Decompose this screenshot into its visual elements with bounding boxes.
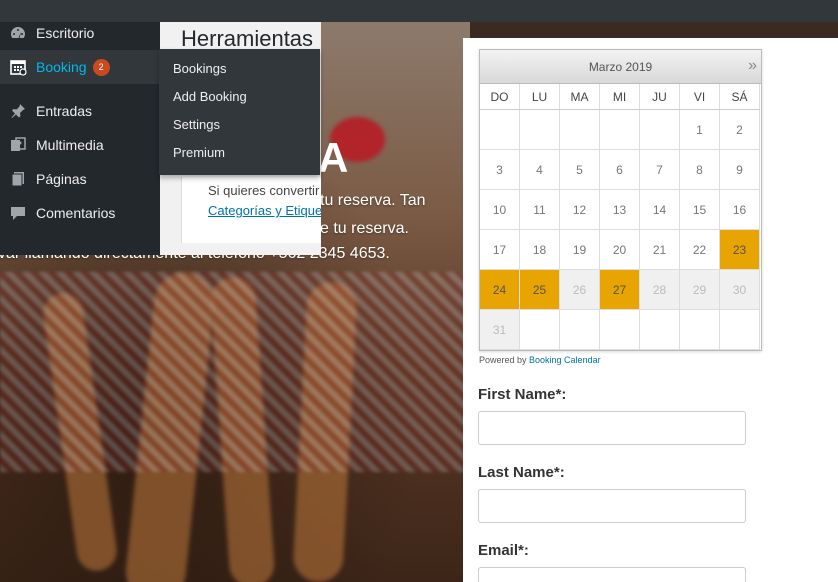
powered-by-text: Powered by (479, 355, 530, 365)
calendar-day[interactable]: 4 (520, 150, 560, 190)
calendar-day[interactable]: 30 (720, 270, 760, 310)
calendar-day[interactable]: 21 (640, 230, 680, 270)
calendar-month-title: Marzo 2019 (588, 60, 653, 74)
calendar-empty-cell (560, 110, 600, 150)
calendar-day[interactable]: 2 (720, 110, 760, 150)
hero-heading: A (318, 134, 349, 181)
calendar-day[interactable]: 25 (520, 270, 560, 310)
comment-icon (8, 203, 28, 223)
calendar-day[interactable]: 11 (520, 190, 560, 230)
sidebar-item-label: Páginas (36, 171, 87, 187)
sidebar-item-label: Entradas (36, 103, 93, 119)
categories-link[interactable]: Categorías y Etiquet (208, 203, 321, 218)
sidebar-item-comentarios[interactable]: Comentarios (0, 196, 160, 230)
calendar-empty-cell (520, 110, 560, 150)
calendar-day[interactable]: 24 (480, 270, 520, 310)
calendar-day[interactable]: 10 (480, 190, 520, 230)
sidebar-item-label: Multimedia (36, 137, 104, 153)
weekday-header: MI (600, 84, 640, 110)
calendar-day[interactable]: 23 (720, 230, 760, 270)
calendar-day[interactable]: 27 (600, 270, 640, 310)
calendar-day[interactable]: 7 (640, 150, 680, 190)
calendar-empty-cell (560, 310, 600, 350)
sidebar-item-label: Booking (36, 59, 87, 75)
calendar-day[interactable]: 12 (560, 190, 600, 230)
calendar-day[interactable]: 6 (600, 150, 640, 190)
calendar-empty-cell (480, 110, 520, 150)
tools-card-text: Si quieres convertir (208, 183, 320, 198)
media-icon (8, 135, 28, 155)
calendar-empty-cell (600, 110, 640, 150)
calendar-empty-cell (720, 310, 760, 350)
calendar-day[interactable]: 14 (640, 190, 680, 230)
calendar-day[interactable]: 15 (680, 190, 720, 230)
calendar-day[interactable]: 1 (680, 110, 720, 150)
admin-sidebar: Escritorio Booking 2 Entradas Multimedia… (0, 22, 160, 255)
hero-line-1: tu reserva. Tan (320, 192, 426, 209)
calendar-day[interactable]: 16 (720, 190, 760, 230)
tools-card: Si quieres convertir Categorías y Etique… (181, 177, 321, 243)
sidebar-item-entradas[interactable]: Entradas (0, 94, 160, 128)
submenu-item-add-booking[interactable]: Add Booking (159, 83, 320, 111)
sidebar-item-booking[interactable]: Booking 2 (0, 50, 160, 84)
weekday-header: SÁ (720, 84, 760, 110)
powered-by: Powered by Booking Calendar (479, 355, 601, 365)
weekday-header: DO (480, 84, 520, 110)
calendar-day[interactable]: 19 (560, 230, 600, 270)
booking-count-badge: 2 (92, 58, 110, 76)
first-name-field[interactable] (478, 411, 746, 445)
calendar-day[interactable]: 9 (720, 150, 760, 190)
email-label: Email*: (478, 542, 529, 559)
first-name-label: First Name*: (478, 386, 567, 403)
sidebar-item-label: Comentarios (36, 205, 116, 221)
email-field[interactable] (478, 567, 746, 582)
weekday-header: MA (560, 84, 600, 110)
weekday-header: VI (680, 84, 720, 110)
sidebar-item-label: Escritorio (36, 25, 95, 41)
calendar-empty-cell (640, 110, 680, 150)
calendar-day[interactable]: 17 (480, 230, 520, 270)
calendar-day[interactable]: 28 (640, 270, 680, 310)
calendar-day[interactable]: 5 (560, 150, 600, 190)
calendar-day[interactable]: 8 (680, 150, 720, 190)
sidebar-item-paginas[interactable]: Páginas (0, 162, 160, 196)
calendar-empty-cell (600, 310, 640, 350)
pin-icon (8, 101, 28, 121)
calendar-day[interactable]: 20 (600, 230, 640, 270)
weekday-header: LU (520, 84, 560, 110)
calendar-empty-cell (680, 310, 720, 350)
hero-line-2: e tu reserva. (320, 220, 409, 237)
calendar-empty-cell (520, 310, 560, 350)
calendar-day[interactable]: 26 (560, 270, 600, 310)
last-name-field[interactable] (478, 489, 746, 523)
booking-submenu: Bookings Add Booking Settings Premium (159, 49, 320, 175)
pages-icon (8, 169, 28, 189)
calendar-icon (8, 57, 28, 77)
calendar-day[interactable]: 31 (480, 310, 520, 350)
calendar-day[interactable]: 18 (520, 230, 560, 270)
calendar-header: Marzo 2019 » (480, 50, 761, 84)
booking-calendar-link[interactable]: Booking Calendar (529, 355, 601, 365)
next-month-button[interactable]: » (748, 57, 757, 75)
calendar-day[interactable]: 22 (680, 230, 720, 270)
booking-calendar: Marzo 2019 » DO LU MA MI JU VI SÁ 1 2 3 4 5 6 7 8 9 10 11… (479, 49, 762, 351)
calendar-empty-cell (640, 310, 680, 350)
calendar-day[interactable]: 29 (680, 270, 720, 310)
submenu-item-premium[interactable]: Premium (159, 139, 320, 167)
sidebar-item-escritorio[interactable]: Escritorio (0, 16, 160, 50)
submenu-item-settings[interactable]: Settings (159, 111, 320, 139)
weekday-header: JU (640, 84, 680, 110)
last-name-label: Last Name*: (478, 464, 565, 481)
calendar-day[interactable]: 13 (600, 190, 640, 230)
submenu-item-bookings[interactable]: Bookings (159, 55, 320, 83)
dashboard-icon (8, 23, 28, 43)
sidebar-item-multimedia[interactable]: Multimedia (0, 128, 160, 162)
calendar-day[interactable]: 3 (480, 150, 520, 190)
